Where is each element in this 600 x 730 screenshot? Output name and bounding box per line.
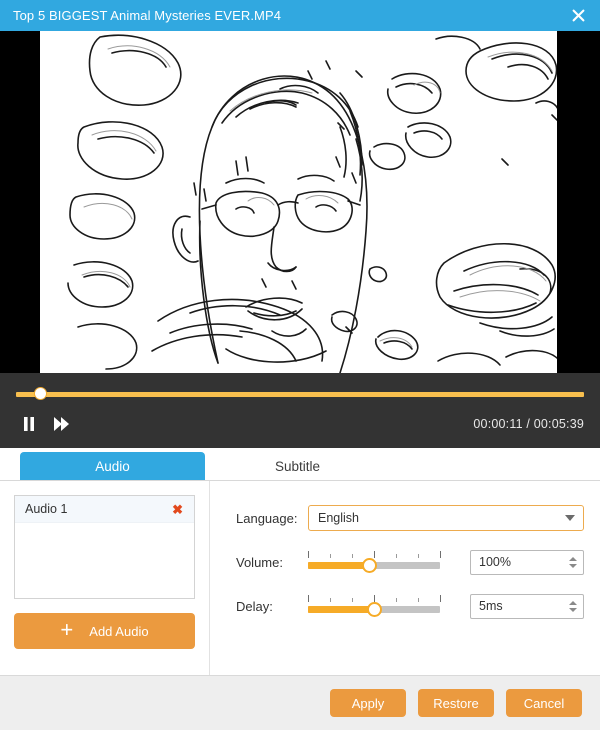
tab-bar: Audio Subtitle	[0, 448, 600, 481]
volume-slider-fill	[308, 562, 369, 569]
fast-forward-icon[interactable]	[48, 412, 74, 436]
language-row: Language: English	[236, 505, 584, 531]
delay-slider[interactable]	[308, 593, 441, 619]
delay-label: Delay:	[236, 598, 273, 614]
remove-track-icon[interactable]: ✖	[171, 503, 184, 516]
audio-track-panel: Audio 1 ✖ + Add Audio	[0, 481, 210, 675]
video-stage	[0, 31, 600, 373]
dialog-footer: Apply Restore Cancel	[0, 675, 600, 730]
tab-audio[interactable]: Audio	[20, 452, 205, 480]
window-title: Top 5 BIGGEST Animal Mysteries EVER.MP4	[13, 8, 282, 23]
seek-bar[interactable]	[16, 387, 584, 401]
player-controls: 00:00:11 / 00:05:39	[0, 373, 600, 448]
add-audio-button[interactable]: + Add Audio	[14, 613, 195, 649]
audio-settings-window: Top 5 BIGGEST Animal Mysteries EVER.MP4	[0, 0, 600, 730]
volume-slider-handle[interactable]	[361, 558, 377, 573]
audio-settings-panel: Language: English Volume: 100% Delay: 5m…	[210, 481, 600, 675]
cancel-button[interactable]: Cancel	[506, 689, 582, 717]
volume-row: Volume: 100%	[236, 549, 584, 575]
plus-icon: +	[60, 617, 74, 642]
close-icon[interactable]	[556, 0, 600, 31]
delay-slider-fill	[308, 606, 374, 613]
chevron-up-icon[interactable]	[569, 600, 577, 605]
video-frame	[40, 31, 557, 373]
seek-track[interactable]	[16, 392, 584, 397]
delay-slider-handle[interactable]	[367, 602, 382, 617]
language-select[interactable]: English	[308, 505, 584, 531]
settings-panels: Audio 1 ✖ + Add Audio Language: English …	[0, 481, 600, 675]
audio-track-list: Audio 1 ✖	[14, 495, 195, 599]
pause-icon[interactable]	[16, 412, 42, 436]
volume-label: Volume:	[236, 554, 283, 570]
chevron-up-icon[interactable]	[569, 556, 577, 561]
chevron-down-icon[interactable]	[565, 515, 575, 521]
add-audio-label: Add Audio	[89, 623, 149, 639]
restore-button[interactable]: Restore	[418, 689, 494, 717]
list-item[interactable]: Audio 1 ✖	[15, 496, 194, 523]
delay-value: 5ms	[479, 599, 503, 613]
volume-stepper-arrows[interactable]	[569, 556, 577, 568]
chevron-down-icon[interactable]	[569, 607, 577, 612]
language-label: Language:	[236, 510, 298, 526]
volume-value: 100%	[479, 555, 511, 569]
delay-stepper[interactable]: 5ms	[470, 593, 584, 619]
tab-subtitle[interactable]: Subtitle	[205, 452, 390, 480]
volume-stepper[interactable]: 100%	[470, 549, 584, 575]
playback-controls-row: 00:00:11 / 00:05:39	[16, 411, 584, 437]
delay-row: Delay: 5ms	[236, 593, 584, 619]
delay-stepper-arrows[interactable]	[569, 600, 577, 612]
volume-slider-ticks	[308, 551, 441, 559]
apply-button[interactable]: Apply	[330, 689, 406, 717]
seek-handle[interactable]	[33, 387, 47, 400]
time-display: 00:00:11 / 00:05:39	[473, 417, 584, 431]
title-bar: Top 5 BIGGEST Animal Mysteries EVER.MP4	[0, 0, 600, 31]
chevron-down-icon[interactable]	[569, 563, 577, 568]
audio-track-label: Audio 1	[25, 502, 68, 516]
volume-slider[interactable]	[308, 549, 441, 575]
language-value: English	[318, 511, 359, 525]
